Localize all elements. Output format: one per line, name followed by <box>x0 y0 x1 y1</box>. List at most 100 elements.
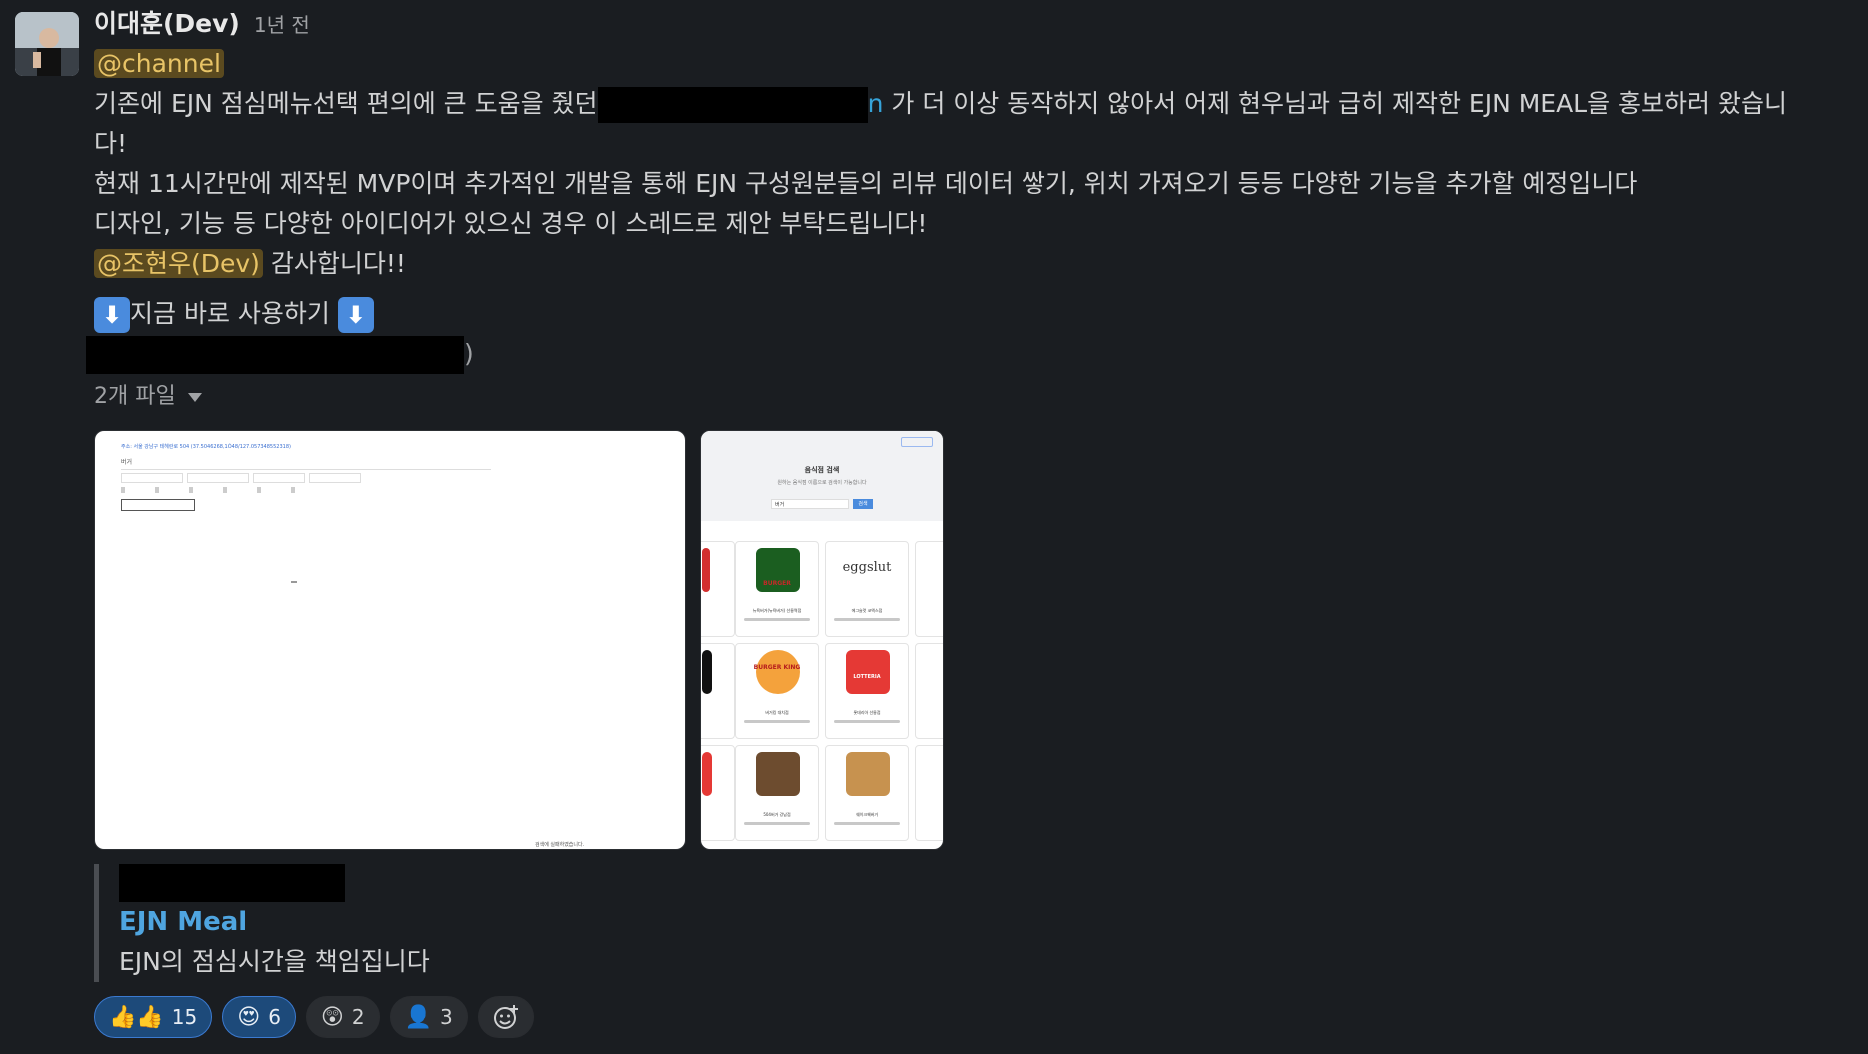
message-line: 디자인, 기능 등 다양한 아이디어가 있으신 경우 이 스레드로 제안 부탁드… <box>94 204 1860 244</box>
checkbox-row[interactable] <box>121 487 311 493</box>
thumb1-footer: 검색에 실패하였습니다. <box>535 842 585 848</box>
card-meta <box>834 822 900 825</box>
restaurant-card[interactable]: 쉐이크쉑버거 <box>825 745 909 841</box>
card-image <box>756 752 800 796</box>
card-image <box>756 650 800 694</box>
message-line: 기존에 EJN 점심메뉴선택 편의에 큰 도움을 줬던 n 가 더 이상 동작하지… <box>94 84 1860 124</box>
down-arrow-icon: ⬇ <box>337 297 374 333</box>
message-line: @channel <box>94 44 1860 84</box>
unfurl-title[interactable]: EJN Meal <box>119 902 430 942</box>
restaurant-card[interactable] <box>915 745 943 841</box>
redacted-link <box>597 87 868 123</box>
message-text: 현재 11시간만에 제작된 MVP이며 추가적인 개발을 통해 EJN 구성원분… <box>94 169 1638 198</box>
thumb2-title: 음식점 검색 <box>804 466 840 474</box>
message-body: 이대훈(Dev) 1년 전 @channel 기존에 EJN 점심메뉴선택 편의… <box>86 4 1860 414</box>
search-button[interactable] <box>121 499 195 511</box>
down-arrow-icon: ⬇ <box>94 297 130 333</box>
restaurant-card[interactable] <box>701 745 735 841</box>
message-text: 다! <box>94 129 128 158</box>
thumb1-query: 버거 <box>121 459 133 466</box>
message-line: 현재 11시간만에 제작된 MVP이며 추가적인 개발을 통해 EJN 구성원분… <box>94 164 1860 204</box>
card-name: 버거킹 대치점 <box>765 710 789 715</box>
avatar-photo <box>15 12 79 76</box>
filter-select[interactable] <box>187 473 249 483</box>
heart-eyes-icon: 😍 <box>237 1004 261 1030</box>
message-line: @조현우(Dev) 감사합니다!! <box>94 244 1860 284</box>
login-button[interactable] <box>901 437 933 447</box>
add-reaction-button[interactable] <box>477 996 534 1038</box>
restaurant-card[interactable]: 504버거 강남점 <box>735 745 819 841</box>
reaction-custom-face[interactable]: 👤 3 <box>389 996 468 1038</box>
card-meta <box>744 720 810 723</box>
card-name: 쉐이크쉑버거 <box>855 812 879 817</box>
reaction-count: 6 <box>268 1005 281 1029</box>
thumbs-up-icon: 👍👍 <box>109 1004 164 1030</box>
card-image <box>846 650 890 694</box>
message-header: 이대훈(Dev) 1년 전 <box>94 4 1860 44</box>
message-text: 가 더 이상 동작하지 않아서 어제 현우님과 급히 제작한 EJN MEAL을… <box>891 89 1788 118</box>
files-label: 2개 파일 <box>94 384 176 409</box>
card-brand: LOTTERIA <box>853 674 881 680</box>
cta-text: 지금 바로 사용하기 <box>130 299 330 328</box>
restaurant-card[interactable] <box>915 541 943 637</box>
restaurant-card[interactable] <box>701 541 735 637</box>
add-emoji-icon <box>493 1005 518 1029</box>
card-name: 에그슬럿 코엑스점 <box>851 608 883 613</box>
restaurant-card[interactable]: BURGER KING 버거킹 대치점 <box>735 643 819 739</box>
restaurant-card[interactable] <box>701 643 735 739</box>
user-avatar[interactable] <box>15 12 79 76</box>
reaction-thumbs-up[interactable]: 👍👍 15 <box>94 996 213 1038</box>
restaurant-card[interactable]: BURGER 뉴욕버거(뉴욕버거) 선릉역점 <box>735 541 819 637</box>
link-tail[interactable]: n <box>868 89 884 118</box>
loading-indicator <box>291 581 297 583</box>
unfurl-description: EJN의 점심시간을 책임집니다 <box>119 947 430 976</box>
reaction-heart-eyes[interactable]: 😍 6 <box>222 996 296 1038</box>
thumb2-search-input[interactable]: 버거 <box>771 499 849 509</box>
reaction-astonished[interactable]: 😲 2 <box>305 996 380 1038</box>
card-name: 504버거 강남점 <box>763 812 791 817</box>
astonished-face-icon: 😲 <box>320 1004 344 1030</box>
card-image <box>846 752 890 796</box>
sender-name[interactable]: 이대훈(Dev) <box>94 4 240 40</box>
thumb2-subtitle: 원하는 음식점 이름으로 검색이 가능합니다 <box>777 480 867 486</box>
filter-select[interactable] <box>253 473 305 483</box>
redacted-url <box>86 336 464 374</box>
files-toggle[interactable]: 2개 파일 <box>94 380 1860 414</box>
card-name: 뉴욕버거(뉴욕버거) 선릉역점 <box>752 608 802 613</box>
link-unfurl: EJN Meal EJN의 점심시간을 책임집니다 <box>94 864 430 982</box>
channel-mention[interactable]: @channel <box>94 49 224 78</box>
link-close: ) <box>464 339 474 368</box>
reaction-count: 2 <box>351 1005 365 1029</box>
reaction-count: 3 <box>440 1005 453 1029</box>
thumb2-search-button[interactable]: 검색 <box>853 499 873 509</box>
card-meta <box>744 822 810 825</box>
redacted-site-name <box>119 864 345 902</box>
message-line: ⬇ 지금 바로 사용하기 ⬇ <box>94 294 1860 334</box>
card-image <box>702 650 712 694</box>
card-brand: BURGER KING <box>753 664 801 671</box>
divider <box>121 469 491 470</box>
restaurant-card[interactable] <box>915 643 943 739</box>
card-image <box>702 548 710 592</box>
user-mention[interactable]: @조현우(Dev) <box>94 249 263 278</box>
restaurant-card[interactable]: LOTTERIA 롯데리아 선릉점 <box>825 643 909 739</box>
message-timestamp[interactable]: 1년 전 <box>254 9 310 38</box>
message-line: ) <box>86 334 1860 374</box>
message-text: 감사합니다!! <box>270 249 406 278</box>
thumb1-address: 주소: 서울 강남구 테헤란로 504 (37.5046268,1Ó48/127… <box>121 444 291 450</box>
message-line: 다! <box>94 124 1860 164</box>
message-text: 기존에 EJN 점심메뉴선택 편의에 큰 도움을 줬던 <box>94 89 598 118</box>
card-image <box>702 752 712 796</box>
card-name: 롯데리아 선릉점 <box>853 710 881 715</box>
filter-select[interactable] <box>121 473 183 483</box>
card-meta <box>744 618 810 621</box>
restaurant-card[interactable]: eggslut 에그슬럿 코엑스점 <box>825 541 909 637</box>
chevron-down-icon <box>187 392 202 402</box>
card-meta <box>834 618 900 621</box>
message-text: 디자인, 기능 등 다양한 아이디어가 있으신 경우 이 스레드로 제안 부탁드… <box>94 209 928 238</box>
file-thumbnail-2[interactable]: 음식점 검색 원하는 음식점 이름으로 검색이 가능합니다 버거 검색 BURG… <box>700 430 944 850</box>
reactions-bar: 👍👍 15 😍 6 😲 2 👤 3 <box>94 996 534 1038</box>
file-thumbnail-1[interactable]: 주소: 서울 강남구 테헤란로 504 (37.5046268,1Ó48/127… <box>94 430 686 850</box>
filter-select[interactable] <box>309 473 361 483</box>
card-meta <box>834 720 900 723</box>
